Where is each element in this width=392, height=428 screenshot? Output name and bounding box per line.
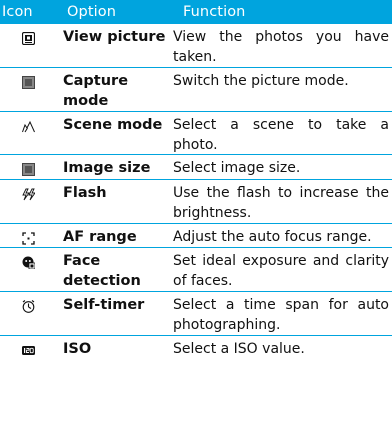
option-label: AF range	[63, 229, 137, 245]
scene-mode-icon	[0, 112, 63, 154]
table-row: Flash Use the flash to increase the brig…	[0, 180, 392, 224]
table-row: View picture View the photos you have ta…	[0, 24, 392, 68]
camera-options-table: Icon Option Function View picture View t…	[0, 0, 392, 361]
capture-mode-icon	[0, 68, 63, 111]
function-text: Select a scene to take a photo.	[173, 117, 389, 153]
option-label: Flash	[63, 185, 107, 201]
table-row: ISO Select a ISO value.	[0, 336, 392, 361]
function-text: Adjust the auto focus range.	[173, 229, 372, 245]
function-text: View the photos you have taken.	[173, 29, 389, 65]
table-row: Scene mode Select a scene to take a phot…	[0, 112, 392, 155]
iso-icon	[0, 336, 63, 361]
option-label: Face detection	[63, 253, 141, 289]
table-header: Icon Option Function	[0, 0, 392, 24]
self-timer-icon	[0, 292, 63, 335]
table-row: Self-timer Select a time span for auto p…	[0, 292, 392, 336]
option-label: Image size	[63, 160, 151, 176]
header-option: Option	[67, 4, 116, 20]
option-label: Capture mode	[63, 73, 129, 109]
function-text: Use the flash to increase the brightness…	[173, 185, 389, 221]
function-text: Select image size.	[173, 160, 301, 176]
table-row: AF range Adjust the auto focus range.	[0, 224, 392, 248]
function-text: Select a ISO value.	[173, 341, 305, 357]
header-icon: Icon	[2, 4, 33, 20]
function-text: Select a time span for auto photographin…	[173, 297, 389, 333]
function-text: Switch the picture mode.	[173, 73, 349, 89]
face-detection-icon	[0, 248, 63, 291]
table-row: Face detection Set ideal exposure and cl…	[0, 248, 392, 292]
option-label: Self-timer	[63, 297, 145, 313]
view-picture-icon	[0, 24, 63, 67]
table-row: Image size Select image size.	[0, 155, 392, 180]
header-function: Function	[183, 4, 246, 20]
flash-icon	[0, 180, 63, 223]
option-label: Scene mode	[63, 117, 163, 133]
table-row: Capture mode Switch the picture mode.	[0, 68, 392, 112]
option-label: ISO	[63, 341, 92, 357]
image-size-icon	[0, 155, 63, 179]
option-label: View picture	[63, 29, 166, 45]
af-range-icon	[0, 224, 63, 247]
function-text: Set ideal exposure and clarity of faces.	[173, 253, 389, 289]
